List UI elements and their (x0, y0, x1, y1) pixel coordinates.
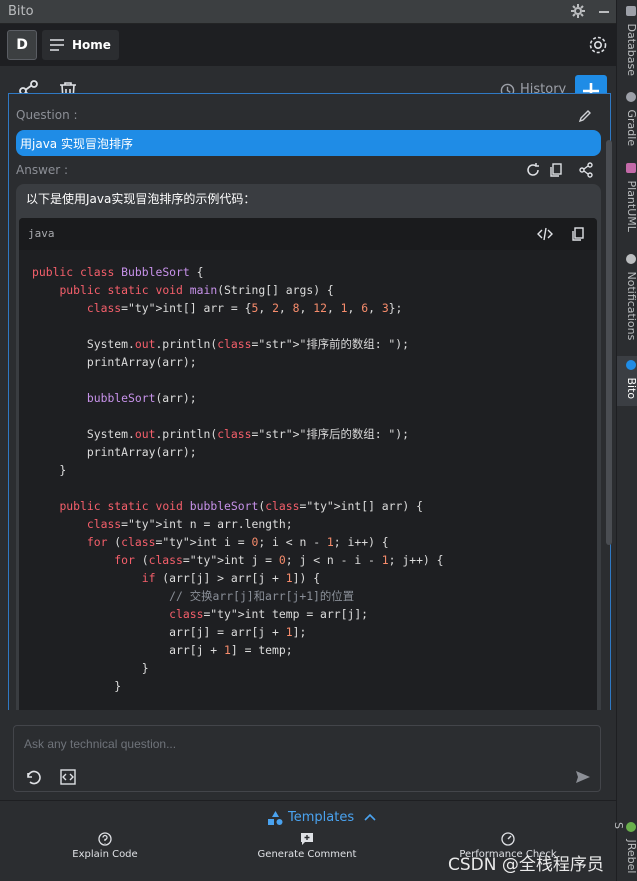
jrebel-icon (626, 822, 636, 832)
code-line: public class BubbleSort { (32, 265, 204, 279)
code-header: java (19, 218, 597, 250)
comment-plus-icon (301, 833, 313, 845)
sidebar-tab-jrebel[interactable]: JRebel S (612, 822, 637, 881)
sidebar-tab-label: Bito (625, 377, 637, 400)
code-line: System.out.println(class="str">"排序前的数组: … (32, 337, 409, 351)
code-content: public class BubbleSort { public static … (32, 263, 444, 695)
conversation-card: Question : 用java 实现冒泡排序 Answer : 以下是使用Ja… (8, 93, 611, 710)
gear-icon[interactable] (588, 35, 608, 55)
code-line: class="ty">int[] arr = {5, 2, 8, 12, 1, … (86, 301, 403, 315)
code-line: class="ty">int n = arr.length; (86, 517, 293, 531)
sidebar-tab-database[interactable]: Database (617, 6, 637, 76)
sidebar-tab-label: Notifications (625, 271, 637, 341)
send-icon[interactable] (574, 768, 592, 786)
sidebar-tab-label: Gradle (625, 109, 637, 147)
answer-intro: 以下是使用Java实现冒泡排序的示例代码： (26, 192, 256, 206)
right-tool-sidebar: Database Gradle PlantUML Notifications B… (612, 0, 637, 881)
undo-icon[interactable] (24, 768, 42, 786)
sidebar-tab-notifications[interactable]: Notifications (617, 254, 637, 349)
settings-gear-icon[interactable] (570, 3, 586, 19)
question-bubble: 用java 实现冒泡排序 (16, 130, 601, 156)
template-label: Explain Code (72, 849, 138, 860)
code-line: for (class="ty">int j = 0; j < n - i - 1… (114, 553, 444, 567)
sidebar-tab-bito[interactable]: Bito (617, 356, 637, 406)
bell-icon (626, 254, 636, 264)
code-line: public static void main(String[] args) { (59, 283, 334, 297)
code-line: printArray(arr); (86, 445, 197, 459)
code-line: bubbleSort(arr); (86, 391, 197, 405)
code-line: // 交换arr[j]和arr[j+1]的位置 (32, 589, 355, 603)
code-line: } (32, 679, 122, 693)
templates-toggle[interactable]: Templates (268, 810, 376, 825)
sidebar-tab-plantuml[interactable]: PlantUML (617, 163, 637, 238)
answer-label: Answer : (16, 163, 69, 177)
gradle-icon (626, 92, 636, 102)
tab-bar: D Home (0, 24, 616, 66)
code-line: } (59, 463, 67, 477)
code-template-icon[interactable] (59, 768, 77, 786)
sidebar-tab-label: PlantUML (625, 180, 637, 232)
window-titlebar: Bito (0, 0, 616, 24)
edit-pencil-icon[interactable] (578, 109, 592, 123)
code-line: for (class="ty">int i = 0; i < n - 1; i+… (86, 535, 389, 549)
code-line: arr[j + 1] = temp; (32, 643, 293, 657)
user-avatar[interactable]: D (7, 30, 37, 60)
code-block: java public class BubbleSort { public st… (19, 218, 597, 710)
watermark: CSDN @全栈程序员 (448, 855, 604, 875)
window-title: Bito (8, 4, 34, 19)
question-input[interactable] (24, 734, 584, 754)
template-explain-code[interactable]: Explain Code (50, 832, 160, 860)
shapes-icon (268, 811, 283, 825)
copy-icon[interactable] (548, 162, 564, 178)
tab-home-label: Home (72, 38, 111, 52)
database-icon (626, 6, 636, 16)
sidebar-tab-gradle[interactable]: Gradle (617, 92, 637, 150)
code-line: class="ty">int temp = arr[j]; (169, 607, 369, 621)
template-label: Generate Comment (257, 849, 357, 860)
code-line: arr[j] = arr[j + 1]; (32, 625, 307, 639)
scrollbar[interactable] (606, 140, 612, 545)
insert-code-icon[interactable] (537, 226, 553, 242)
menu-icon (50, 39, 64, 51)
question-icon (98, 832, 112, 846)
tab-home[interactable]: Home (42, 30, 119, 60)
gauge-icon (501, 832, 515, 846)
chevron-up-icon (364, 813, 376, 821)
code-line: printArray(arr); (86, 355, 197, 369)
chat-input-box (13, 725, 601, 792)
template-generate-comment[interactable]: Generate Comment (252, 832, 362, 860)
plantuml-icon (626, 163, 636, 173)
code-language: java (28, 227, 55, 240)
share-answer-icon[interactable] (578, 162, 594, 178)
answer-bubble: 以下是使用Java实现冒泡排序的示例代码： java public class … (16, 184, 601, 710)
code-line: System.out.println(class="str">"排序后的数组: … (32, 427, 409, 441)
code-line: } (141, 661, 149, 675)
regenerate-icon[interactable] (525, 162, 541, 178)
minimize-icon[interactable] (596, 3, 612, 19)
code-line: public static void bubbleSort(class="ty"… (59, 499, 423, 513)
templates-label: Templates (288, 810, 355, 825)
sidebar-tab-label: Database (625, 23, 637, 77)
bito-icon (626, 360, 636, 370)
divider (0, 800, 616, 801)
code-line: if (arr[j] > arr[j + 1]) { (141, 571, 321, 585)
copy-code-icon[interactable] (570, 226, 586, 242)
question-label: Question : (16, 108, 78, 122)
